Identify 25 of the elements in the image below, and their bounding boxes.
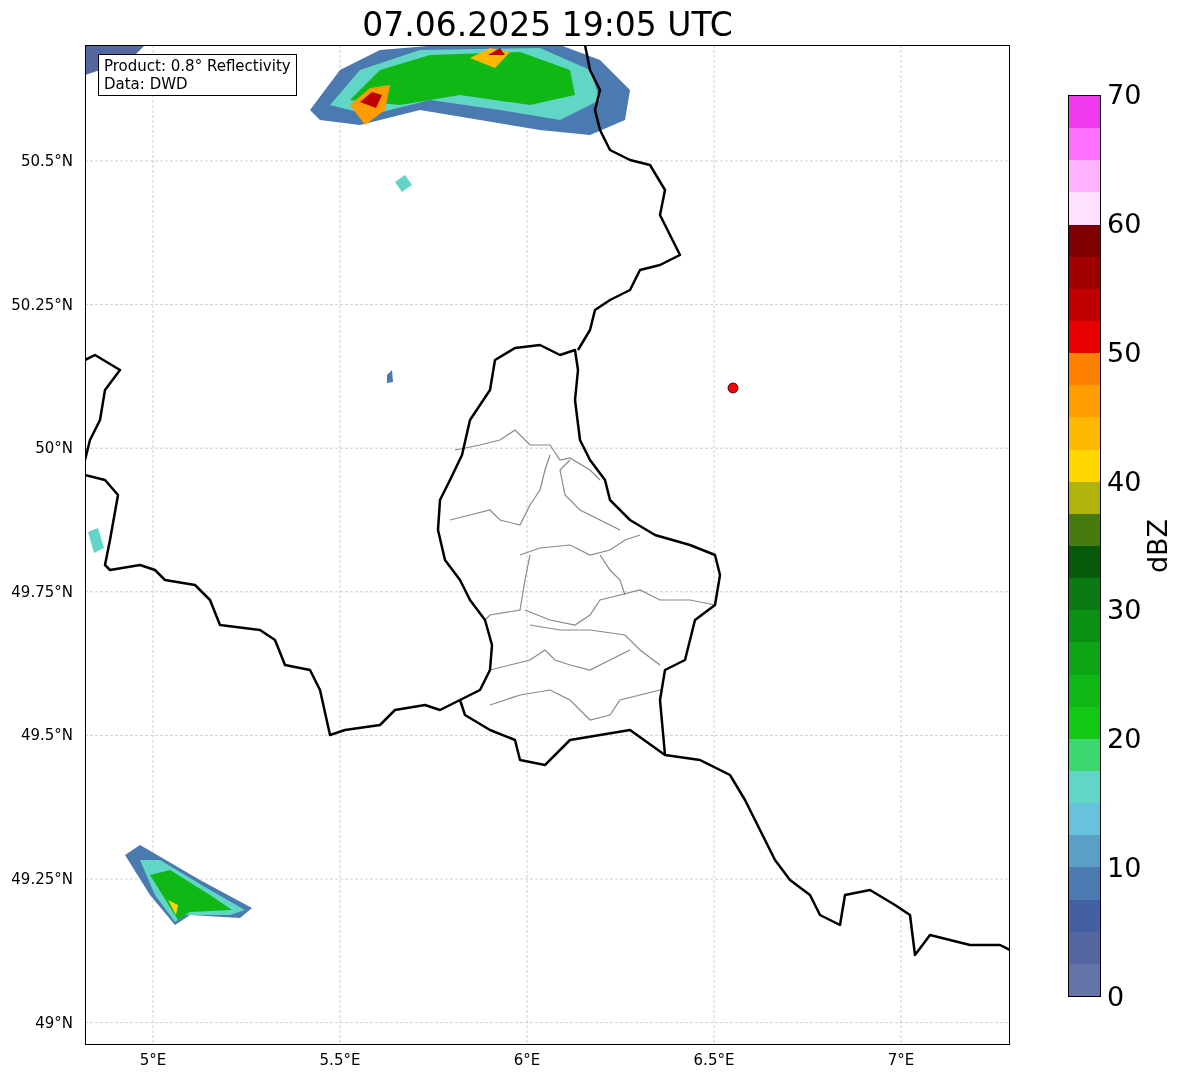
latitude-label: 49.75°N bbox=[11, 582, 73, 601]
colorbar-tick-label: 20 bbox=[1107, 724, 1142, 755]
latitude-label: 50.5°N bbox=[20, 152, 73, 170]
info-text: Product: 0.8° Reflectivity bbox=[104, 57, 291, 75]
location-marker bbox=[727, 382, 739, 394]
longitude-label: 5°E bbox=[139, 1051, 167, 1069]
longitude-label: 6°E bbox=[513, 1051, 541, 1069]
colorbar-tick-label: 0 bbox=[1107, 982, 1125, 1012]
latitude-label: 50.25°N bbox=[11, 295, 73, 314]
chart-title: 07.06.2025 19:05 UTC bbox=[362, 5, 733, 45]
latitude-label: 49.5°N bbox=[20, 726, 73, 745]
latitude-label: 49.25°N bbox=[11, 870, 73, 888]
info-text: Data: DWD bbox=[104, 75, 189, 93]
colorbar-tick-label: 70 bbox=[1107, 80, 1142, 110]
longitude-label: 7°E bbox=[887, 1051, 915, 1069]
colorbar-tick-label: 10 bbox=[1107, 853, 1142, 884]
longitude-label: 5.5°E bbox=[319, 1051, 361, 1069]
colorbar-tick-label: 50 bbox=[1107, 337, 1142, 368]
colorbar-tick-label: 60 bbox=[1107, 208, 1142, 239]
colorbar-label: dBZ bbox=[1143, 518, 1174, 574]
longitude-label: 6.5°E bbox=[693, 1051, 735, 1069]
latitude-label: 49°N bbox=[35, 1013, 73, 1032]
colorbar-tick-label: 40 bbox=[1107, 466, 1142, 497]
colorbar-tick-label: 30 bbox=[1107, 595, 1142, 626]
latitude-label: 50°N bbox=[35, 439, 73, 458]
